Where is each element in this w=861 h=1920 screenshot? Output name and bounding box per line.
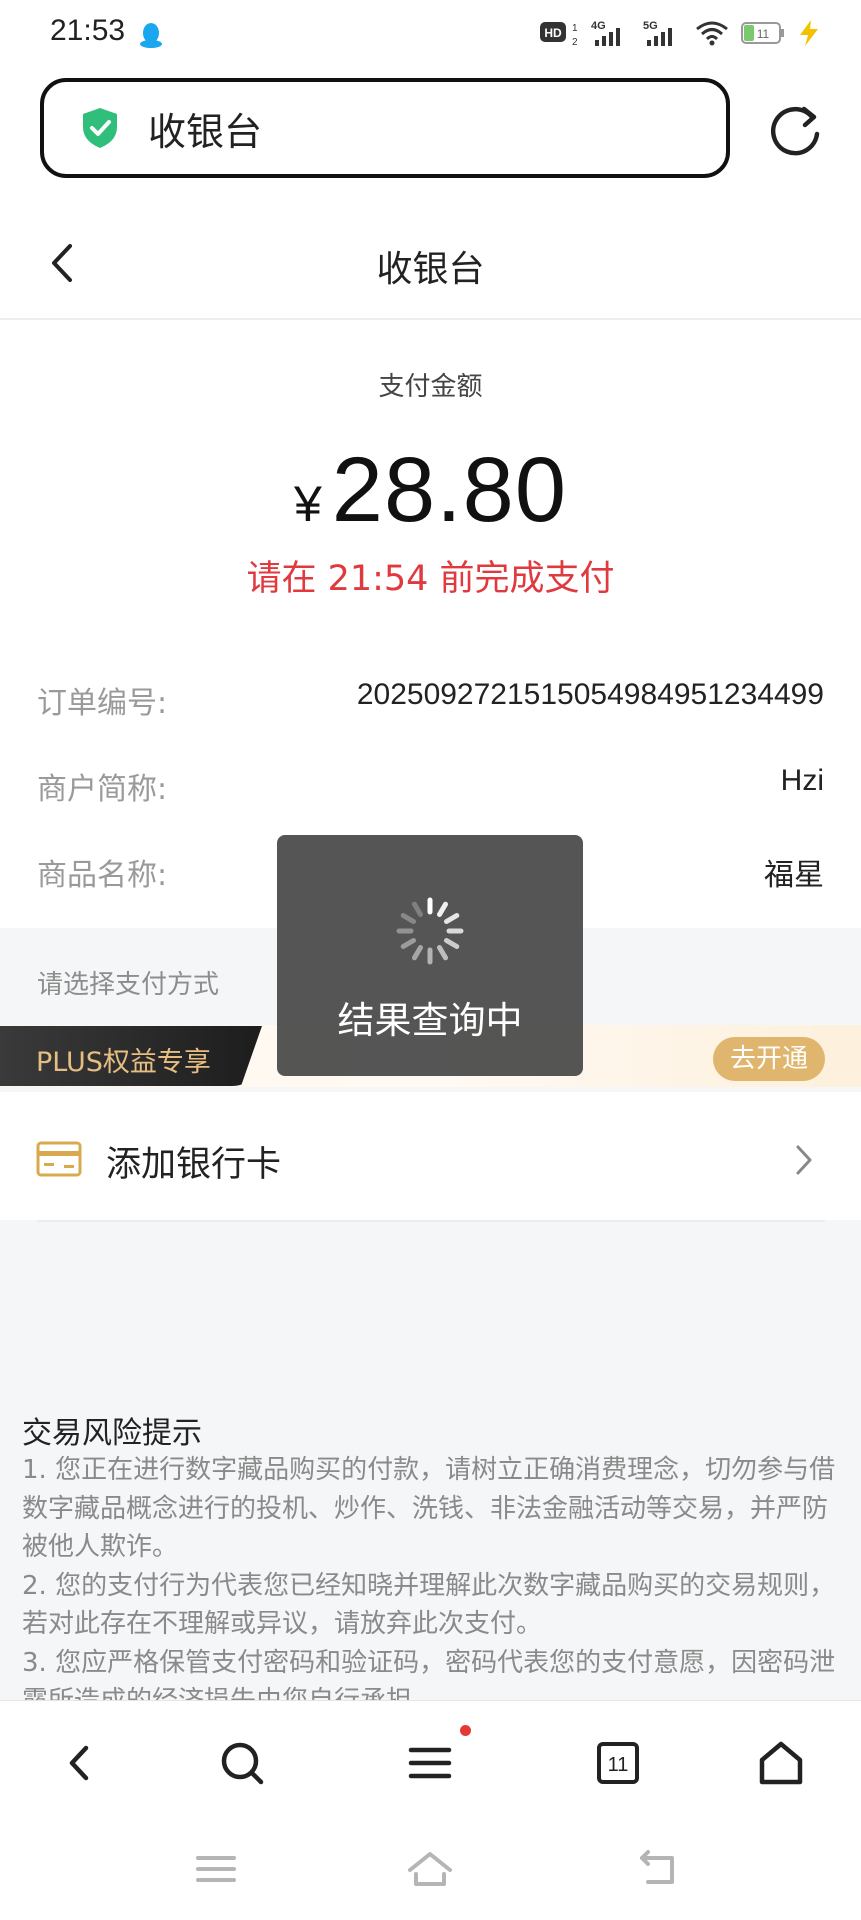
hd-icon: HD 1 2: [540, 22, 578, 47]
amount-display: ¥28.80: [0, 438, 861, 543]
risk-notice-text: 1. 您正在进行数字藏品购买的付款，请树立正确消费理念，切勿参与借数字藏品概念进…: [22, 1455, 836, 1700]
svg-text:2: 2: [572, 37, 578, 47]
status-icons: HD 1 2 4G 5G 11: [539, 18, 821, 48]
svg-text:1: 1: [572, 23, 578, 34]
battery-icon: 11: [741, 22, 784, 44]
charging-icon: [800, 20, 818, 46]
signal-5g-icon: 5G: [643, 20, 672, 46]
home-icon[interactable]: [756, 1738, 806, 1788]
qq-notification-icon: [140, 23, 162, 48]
browser-back-icon[interactable]: [56, 1738, 106, 1788]
risk-notice-viewport: 1. 您正在进行数字藏品购买的付款，请树立正确消费理念，切勿参与借数字藏品概念进…: [0, 1440, 861, 1700]
open-plus-button[interactable]: 去开通: [713, 1037, 825, 1081]
wifi-icon: [696, 21, 728, 46]
svg-text:HD: HD: [544, 26, 562, 40]
address-bar-title: 收银台: [148, 109, 263, 154]
system-home-icon[interactable]: [406, 1848, 454, 1890]
product-name-label: 商品名称:: [37, 858, 168, 893]
add-bank-card-label: 添加银行卡: [106, 1145, 282, 1185]
amount-value: 28.80: [331, 439, 568, 541]
chevron-right-icon: [796, 1145, 812, 1175]
menu-notification-dot: [460, 1725, 471, 1736]
loading-toast-text: 结果查询中: [337, 999, 523, 1042]
svg-text:11: 11: [608, 1754, 629, 1776]
secure-shield-icon: [83, 108, 117, 148]
plus-label: PLUS权益专享: [36, 1047, 211, 1078]
reload-icon[interactable]: [764, 100, 826, 162]
svg-text:11: 11: [757, 27, 770, 41]
loading-spinner-icon: [396, 897, 464, 965]
page-title: 收银台: [376, 249, 485, 290]
system-menu-icon[interactable]: [192, 1848, 240, 1890]
tabs-icon[interactable]: 11: [593, 1738, 643, 1788]
address-bar[interactable]: 收银台: [40, 78, 730, 178]
svg-text:4G: 4G: [591, 20, 606, 32]
signal-4g-icon: 4G: [591, 20, 620, 46]
header-divider: [0, 318, 861, 320]
product-name-value: 福星: [764, 859, 824, 892]
menu-icon[interactable]: [405, 1738, 455, 1788]
currency-symbol: ¥: [293, 476, 322, 532]
svg-text:5G: 5G: [643, 20, 658, 32]
search-icon[interactable]: [217, 1738, 267, 1788]
order-number-label: 订单编号:: [37, 686, 168, 721]
system-back-icon[interactable]: [634, 1848, 682, 1890]
merchant-name-label: 商户简称:: [37, 772, 168, 807]
amount-label: 支付金额: [378, 372, 483, 402]
select-payment-label: 请选择支付方式: [37, 970, 220, 1000]
bank-card-icon: [36, 1141, 82, 1177]
status-time: 21:53: [50, 14, 126, 47]
merchant-name-value: Hzi: [780, 764, 824, 797]
order-number-value: 2025092721515054984951234499: [356, 678, 824, 711]
bank-row-divider: [37, 1220, 825, 1222]
payment-deadline: 请在 21:54 前完成支付: [246, 559, 615, 599]
